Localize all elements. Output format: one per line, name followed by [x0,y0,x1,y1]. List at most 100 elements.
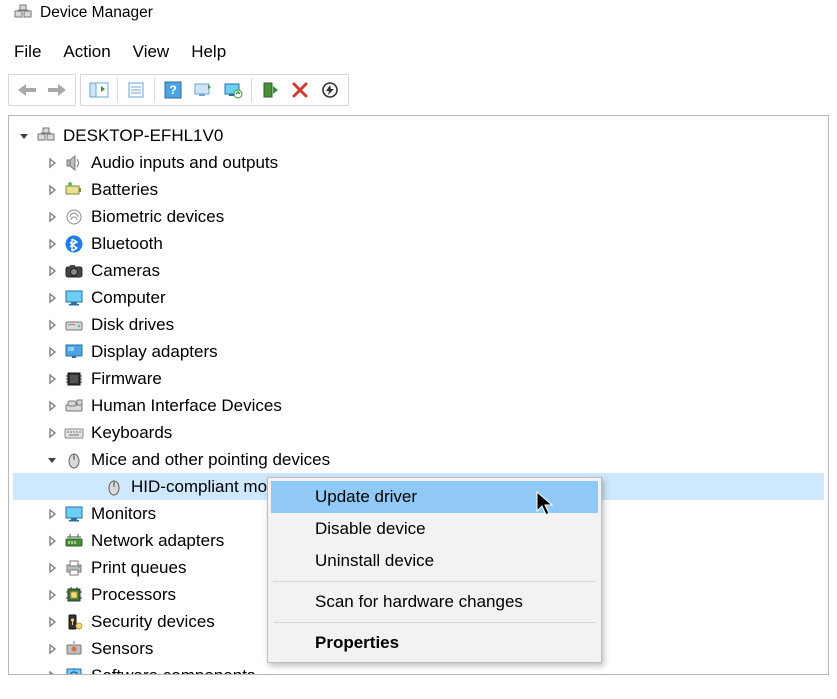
context-separator [273,581,596,582]
tree-category-label: Monitors [91,505,156,522]
tree-caret-collapsed[interactable] [43,559,61,577]
tree-category-label: Software components [91,667,255,675]
tree-category[interactable]: Audio inputs and outputs [13,149,824,176]
tree-category-label: Cameras [91,262,160,279]
tree-category-label: Human Interface Devices [91,397,282,414]
update-driver-button[interactable] [218,76,248,104]
context-scan-hardware[interactable]: Scan for hardware changes [271,586,598,618]
disable-device-button[interactable] [315,76,345,104]
context-update-driver[interactable]: Update driver [271,481,598,513]
tree-category[interactable]: Keyboards [13,419,824,446]
enable-device-button[interactable] [255,76,285,104]
speaker-icon [63,152,85,174]
hid-icon [63,395,85,417]
cpu-icon [63,584,85,606]
tree-category[interactable]: Cameras [13,257,824,284]
menu-file[interactable]: File [14,42,41,62]
nav-back-button[interactable] [12,76,42,104]
uninstall-device-button[interactable] [285,76,315,104]
tree-caret-collapsed[interactable] [43,586,61,604]
nav-forward-button[interactable] [42,76,72,104]
network-icon [63,530,85,552]
tree-caret-collapsed[interactable] [43,532,61,550]
tree-category-label: Network adapters [91,532,224,549]
context-separator [273,622,596,623]
tree-category[interactable]: Computer [13,284,824,311]
device-manager-icon [14,4,32,22]
tree-category-label: Processors [91,586,176,603]
tree-caret-collapsed[interactable] [43,262,61,280]
menu-action[interactable]: Action [63,42,110,62]
sensor-icon [63,638,85,660]
context-menu: Update driver Disable device Uninstall d… [267,477,602,663]
menu-view[interactable]: View [133,42,170,62]
properties-button[interactable] [121,76,151,104]
tree-root[interactable]: DESKTOP-EFHL1V0 [13,122,824,149]
tree-category-label: Audio inputs and outputs [91,154,278,171]
tree-category[interactable]: Batteries [13,176,824,203]
tree-caret-collapsed[interactable] [43,397,61,415]
bluetooth-icon [63,233,85,255]
tree-category[interactable]: Human Interface Devices [13,392,824,419]
software-icon [63,665,85,676]
context-disable-device[interactable]: Disable device [271,513,598,545]
tree-caret-collapsed[interactable] [43,667,61,676]
tree-category-label: Batteries [91,181,158,198]
tree-category-label: Keyboards [91,424,172,441]
tree-category[interactable]: Firmware [13,365,824,392]
tree-caret-collapsed[interactable] [43,424,61,442]
tree-category[interactable]: Software components [13,662,824,675]
toolbar: ? [0,72,837,113]
help-button[interactable]: ? [158,76,188,104]
tree-root-label: DESKTOP-EFHL1V0 [63,127,223,144]
tree-caret-expanded[interactable] [43,451,61,469]
tree-caret-collapsed[interactable] [43,289,61,307]
camera-icon [63,260,85,282]
tree-caret-collapsed[interactable] [43,316,61,334]
mouse-icon [63,449,85,471]
disk-icon [63,314,85,336]
tree-category[interactable]: Bluetooth [13,230,824,257]
tree-caret-collapsed[interactable] [43,505,61,523]
fingerprint-icon [63,206,85,228]
tree-caret-collapsed[interactable] [43,181,61,199]
show-hide-console-button[interactable] [84,76,114,104]
tree-caret-expanded[interactable] [15,127,33,145]
tree-category-label: Bluetooth [91,235,163,252]
tree-caret-collapsed[interactable] [43,235,61,253]
tree-caret-collapsed[interactable] [43,208,61,226]
computer-icon [35,125,57,147]
tree-caret-none [83,478,101,496]
mouse-icon [103,476,125,498]
title-bar: Device Manager [0,0,837,28]
security-icon [63,611,85,633]
context-properties[interactable]: Properties [271,627,598,659]
tree-caret-collapsed[interactable] [43,370,61,388]
tree-caret-collapsed[interactable] [43,640,61,658]
tree-category-label: Print queues [91,559,186,576]
display-icon [63,341,85,363]
tree-category-label: Computer [91,289,166,306]
monitor-icon [63,503,85,525]
menu-bar: File Action View Help [0,28,837,72]
tree-caret-collapsed[interactable] [43,343,61,361]
monitor-icon [63,287,85,309]
tree-category[interactable]: Display adapters [13,338,824,365]
tree-caret-collapsed[interactable] [43,154,61,172]
tree-category-label: Sensors [91,640,153,657]
scan-hardware-button[interactable] [188,76,218,104]
tree-category[interactable]: Biometric devices [13,203,824,230]
context-uninstall-device[interactable]: Uninstall device [271,545,598,577]
tree-category-label: Security devices [91,613,215,630]
tree-category-label: Biometric devices [91,208,224,225]
chip-icon [63,368,85,390]
printer-icon [63,557,85,579]
tree-category[interactable]: Disk drives [13,311,824,338]
tree-caret-collapsed[interactable] [43,613,61,631]
svg-text:?: ? [169,83,176,97]
tree-category-label: Disk drives [91,316,174,333]
tree-category[interactable]: Mice and other pointing devices [13,446,824,473]
menu-help[interactable]: Help [191,42,226,62]
tree-category-label: Mice and other pointing devices [91,451,330,468]
tree-category-label: Display adapters [91,343,218,360]
